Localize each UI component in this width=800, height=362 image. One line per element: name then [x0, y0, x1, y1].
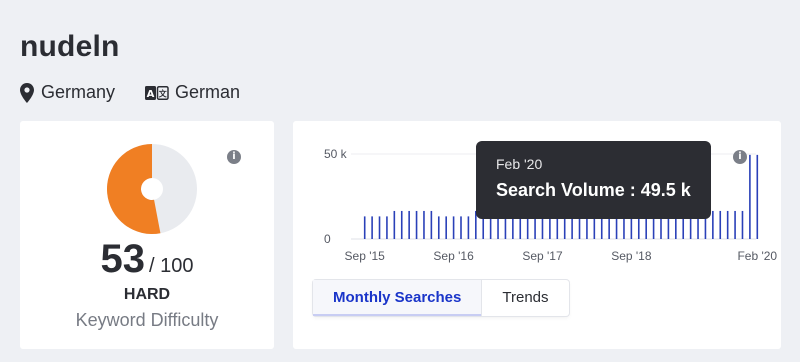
- difficulty-score-value: 53: [100, 237, 146, 281]
- tooltip-date: Feb '20: [496, 156, 543, 172]
- tab-trends[interactable]: Trends: [481, 280, 568, 316]
- info-icon[interactable]: i: [733, 150, 747, 164]
- difficulty-label: Keyword Difficulty: [75, 310, 219, 330]
- keyword-difficulty-card: i 53/ 100 HARD Keyword Difficulty: [20, 121, 274, 349]
- language-label: German: [175, 82, 241, 102]
- y-tick-label: 0: [324, 232, 331, 246]
- tab-monthly-searches[interactable]: Monthly Searches: [313, 280, 482, 316]
- difficulty-donut-chart: [106, 144, 197, 234]
- x-tick-label: Sep '17: [522, 249, 563, 263]
- difficulty-score: 53/ 100: [20, 237, 274, 282]
- chart-tooltip: Feb '20 Search Volume : 49.5 k: [476, 141, 711, 219]
- difficulty-level: HARD: [123, 286, 171, 303]
- info-icon[interactable]: i: [227, 150, 241, 164]
- x-tick-label: Sep '18: [611, 249, 652, 263]
- x-tick-label: Sep '16: [433, 249, 474, 263]
- keyword-meta: Germany A 文 German: [20, 82, 240, 103]
- chart-tab-bar: Monthly Searches Trends: [313, 280, 569, 316]
- keyword-title: nudeln: [20, 30, 120, 63]
- x-tick-label: Feb '20: [737, 249, 777, 263]
- difficulty-score-max: / 100: [149, 255, 194, 277]
- tooltip-value: Search Volume : 49.5 k: [496, 180, 691, 200]
- map-pin-icon: [20, 82, 34, 103]
- svg-text:A: A: [147, 89, 155, 100]
- x-tick-label: Sep '15: [345, 249, 386, 263]
- location-label: Germany: [41, 82, 116, 102]
- y-tick-label: 50 k: [324, 147, 348, 161]
- search-volume-card: 50 k 0 Sep '15 Sep '16 Sep '17 Sep '18 Feb '20…: [293, 121, 781, 349]
- translate-icon: A 文: [145, 85, 169, 100]
- svg-text:文: 文: [159, 88, 168, 98]
